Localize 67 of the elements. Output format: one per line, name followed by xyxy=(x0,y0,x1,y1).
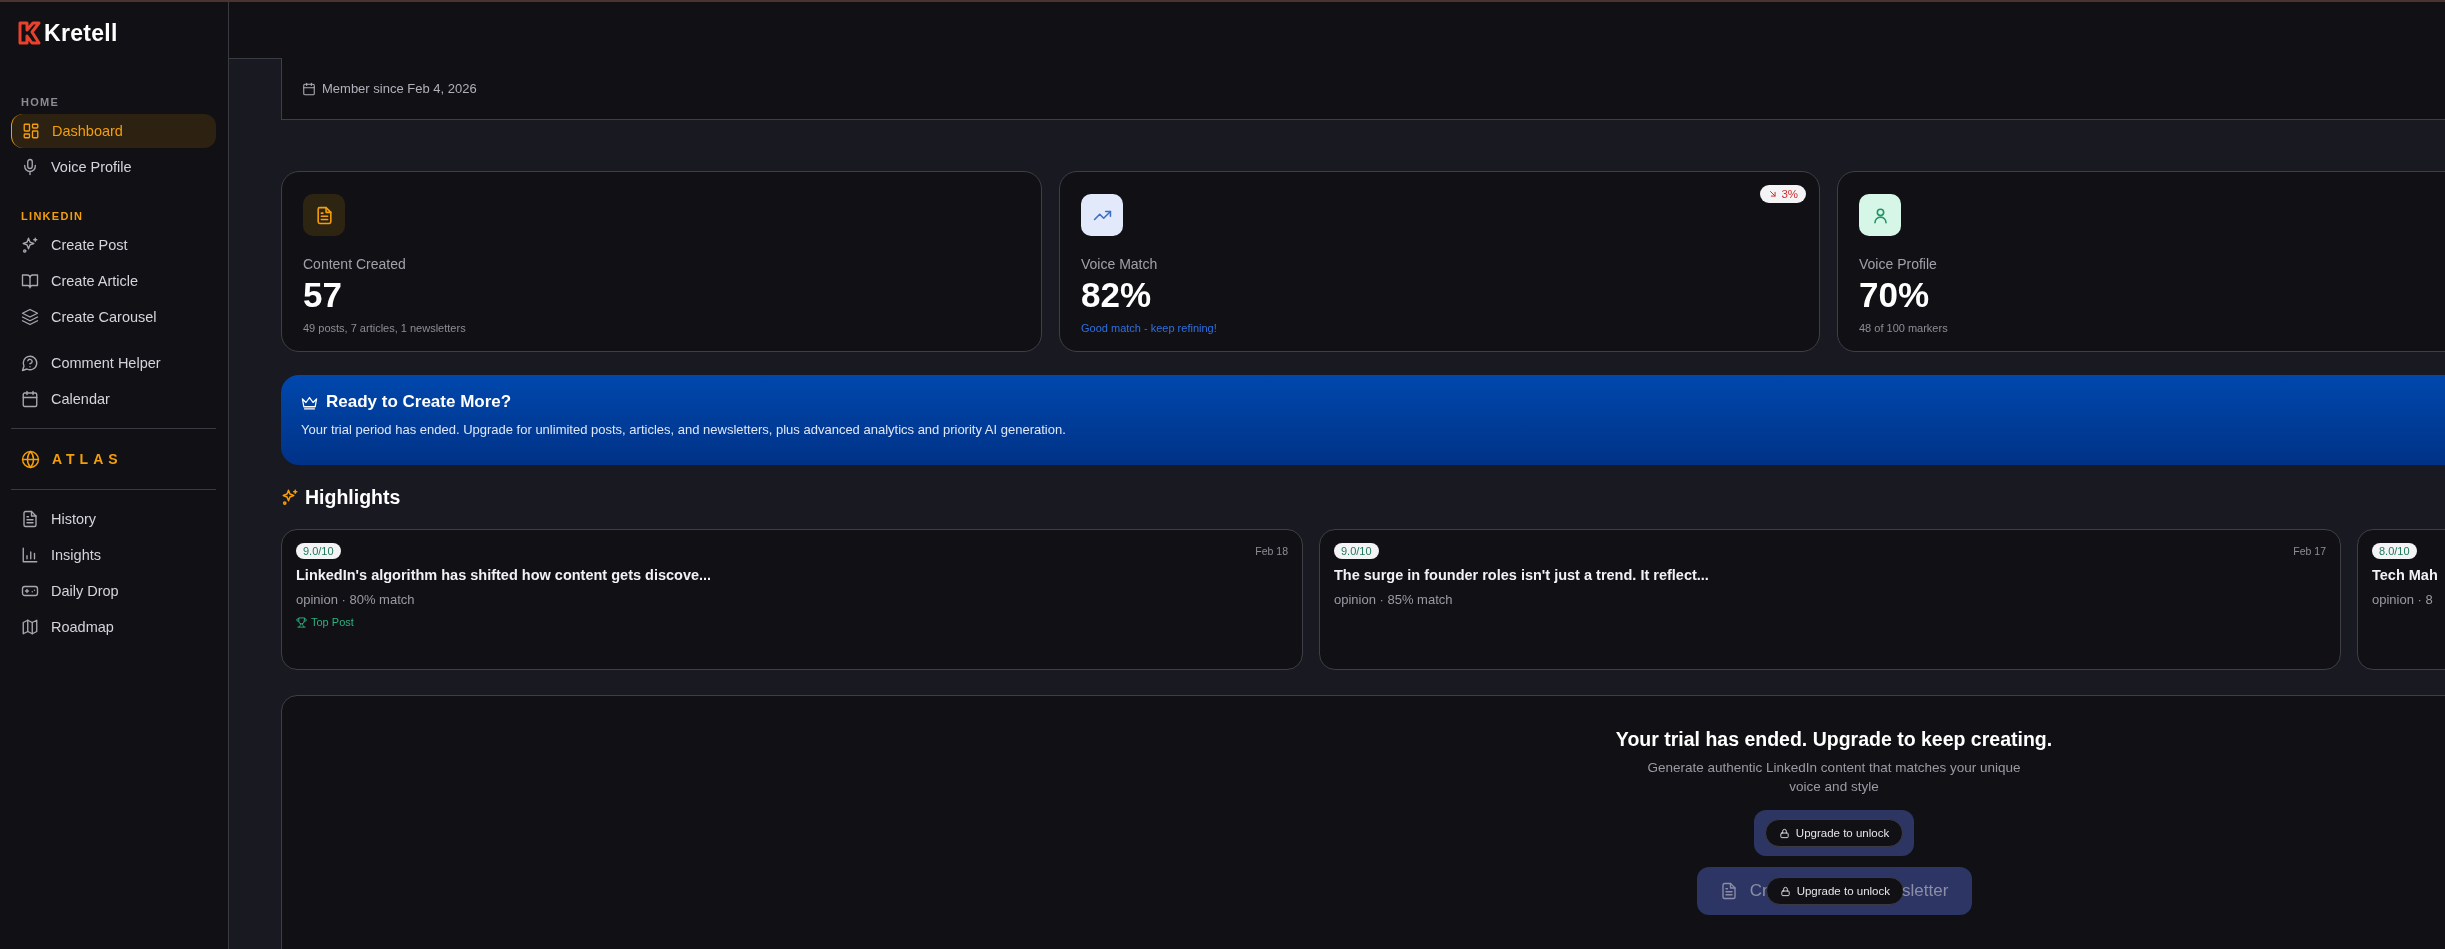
banner-title: Ready to Create More? xyxy=(326,392,512,412)
map-icon xyxy=(21,618,39,636)
button-label: sletter xyxy=(1902,881,1949,901)
button-label: Cr xyxy=(1749,881,1768,901)
nav-item[interactable]: Create Carousel xyxy=(11,300,216,334)
nav-item[interactable]: Roadmap xyxy=(11,610,216,644)
nav-item[interactable]: Create Article xyxy=(11,264,216,298)
document-icon xyxy=(1719,882,1738,900)
score-badge: 9.0/10 xyxy=(296,543,341,559)
post-date: Feb 18 xyxy=(1255,545,1288,557)
section-heading: HOME xyxy=(20,96,61,108)
nav-item[interactable]: Calendar xyxy=(11,382,216,416)
score-badge: 9.0/10 xyxy=(1334,543,1379,559)
post-title: The surge in founder roles isn't just a trend. It reflect... xyxy=(1334,567,1710,583)
layers-icon xyxy=(21,308,39,326)
calendar-icon xyxy=(21,390,39,408)
nav-item[interactable]: History xyxy=(11,502,216,536)
calendar-icon xyxy=(302,81,316,96)
stat-value: 57 xyxy=(303,275,343,315)
stat-note: Good match - keep refining! xyxy=(1081,322,1218,334)
microphone-icon xyxy=(21,158,39,176)
grid-icon xyxy=(22,122,40,140)
trend-badge: 3% xyxy=(1760,185,1806,203)
section-title: Highlights xyxy=(305,485,401,509)
post-meta: opinion · 85% match xyxy=(1334,592,1454,607)
score-badge: 8.0/10 xyxy=(2372,543,2417,559)
book-icon xyxy=(21,272,39,290)
nav-item[interactable]: Voice Profile xyxy=(11,150,216,184)
stat-note: 48 of 100 markers xyxy=(1859,322,1949,334)
post-title: Tech Mah xyxy=(2372,567,2439,583)
member-since: Member since Feb 4, 2026 xyxy=(322,81,477,96)
nav-item[interactable]: Insights xyxy=(11,538,216,572)
post-date: Feb 17 xyxy=(2293,545,2326,557)
trophy-icon xyxy=(296,616,307,628)
lock-icon xyxy=(1779,885,1791,897)
stat-value: 70% xyxy=(1859,275,1931,315)
logo-icon xyxy=(17,20,41,46)
nav-item[interactable]: Daily Drop xyxy=(11,574,216,608)
sparkles-icon xyxy=(281,488,299,506)
upgrade-title: Your trial has ended. Upgrade to keep creating. xyxy=(1615,728,2053,751)
brand-name: Kretell xyxy=(44,19,118,47)
stat-label: Voice Profile xyxy=(1859,256,1938,272)
nav-item[interactable]: Dashboard xyxy=(11,114,216,148)
post-meta: opinion · 8 xyxy=(2372,592,2434,607)
trend-arrow-icon xyxy=(1768,189,1779,199)
sparkles-icon xyxy=(21,236,39,254)
stat-value: 82% xyxy=(1081,275,1153,315)
post-meta: opinion · 80% match xyxy=(296,592,416,607)
stat-note: 49 posts, 7 articles, 1 newsletters xyxy=(303,322,467,334)
top-post-tag: Top Post xyxy=(311,616,354,628)
banner-text: Your trial period has ended. Upgrade for unlimited posts, articles, and newsletters, plus advanced analytics and priority AI generation. xyxy=(301,422,1067,437)
document-icon xyxy=(21,510,39,528)
nav-item[interactable]: Create Post xyxy=(11,228,216,262)
stat-label: Voice Match xyxy=(1081,256,1159,272)
unlock-button[interactable]: Upgrade to unlock xyxy=(1764,819,1904,847)
question-bubble-icon xyxy=(21,354,39,372)
globe-icon xyxy=(21,449,40,469)
document-icon xyxy=(314,205,334,225)
unlock-button[interactable]: Upgrade to unlock xyxy=(1765,877,1904,905)
post-title: LinkedIn's algorithm has shifted how content gets discove... xyxy=(296,567,713,583)
lock-icon xyxy=(1778,827,1790,839)
upgrade-description: Generate authentic LinkedIn content that matches your unique voice and style xyxy=(1646,759,2022,796)
nav-item[interactable]: Comment Helper xyxy=(11,346,216,380)
section-heading: LINKEDIN xyxy=(20,210,85,222)
nav-item[interactable]: ATLAS xyxy=(11,441,129,477)
bar-chart-icon xyxy=(21,546,39,564)
stat-label: Content Created xyxy=(303,256,407,272)
